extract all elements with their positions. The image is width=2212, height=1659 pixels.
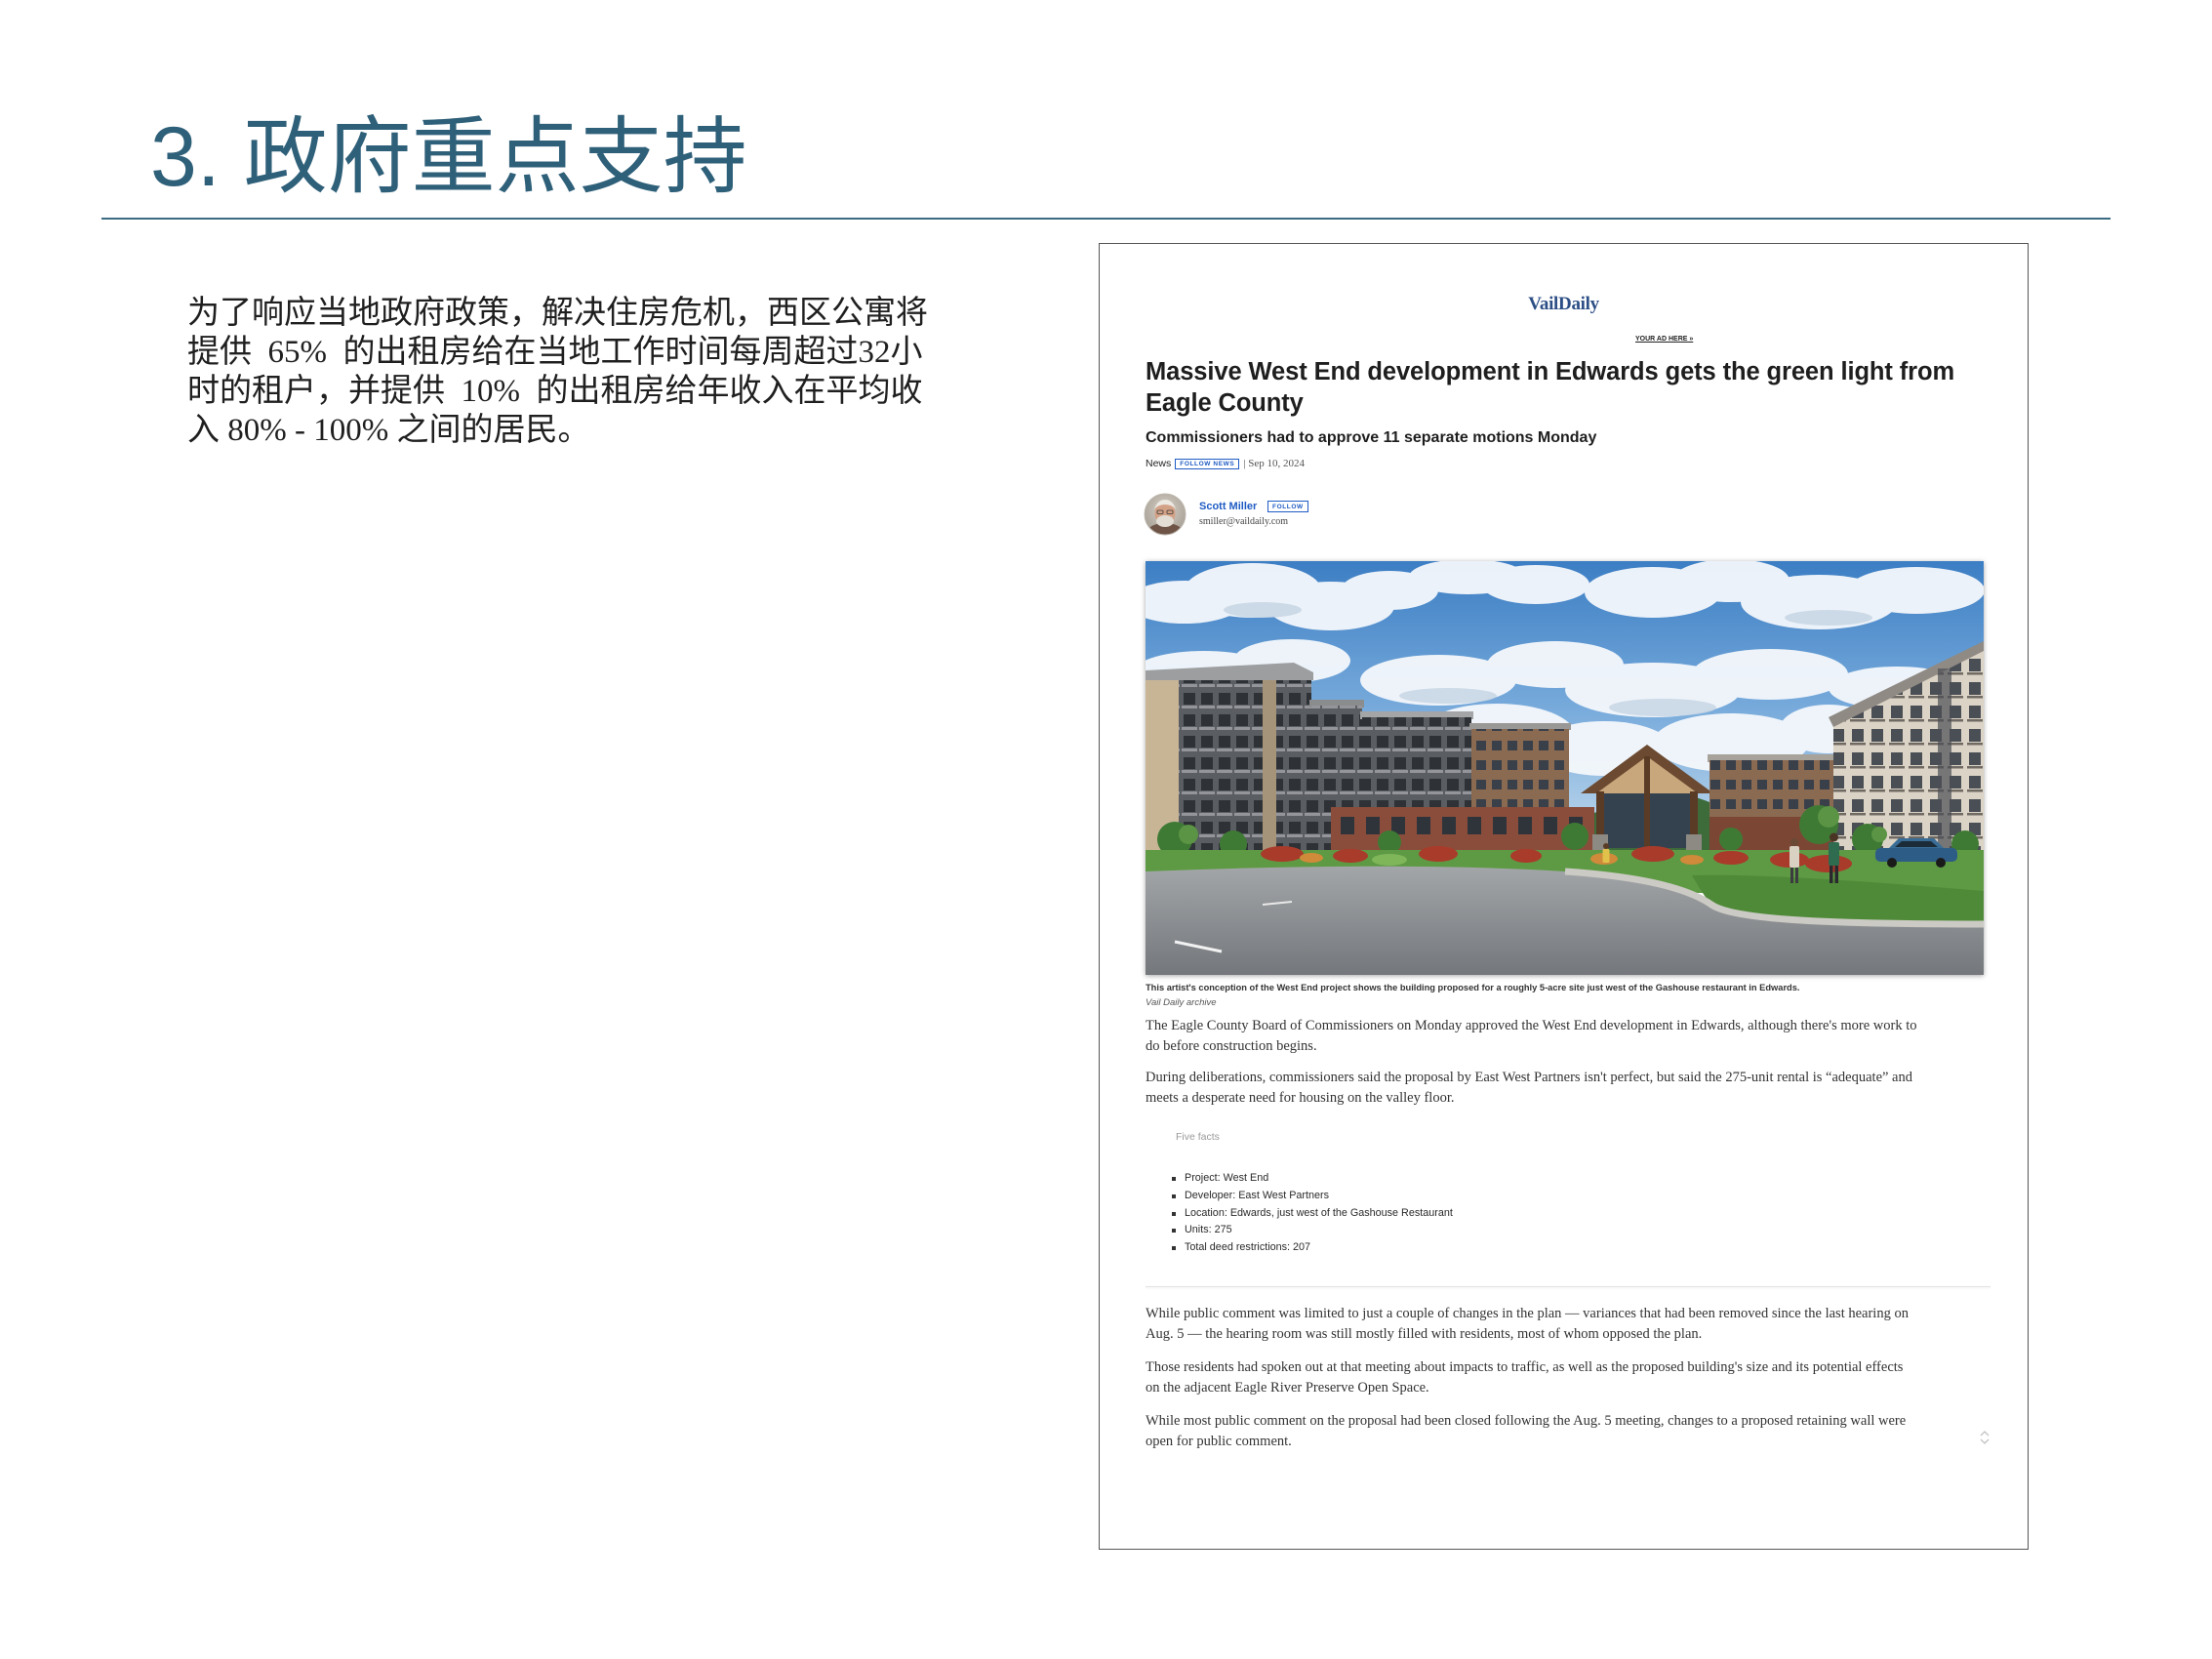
author-email[interactable]: smiller@vaildaily.com (1199, 516, 1288, 528)
paragraph-line: do before construction begins. (1146, 1037, 1317, 1054)
follow-author-button[interactable]: FOLLOW (1267, 501, 1308, 512)
paragraph-line: open for public comment. (1146, 1433, 1292, 1449)
body-line: 时的租户，并提供 10% 的出租房给年收入在平均收 (187, 374, 923, 409)
article-paragraph: While most public comment on the proposa… (1146, 1411, 1906, 1451)
article-headline: Massive West End development in Edwards … (1146, 356, 1954, 419)
paragraph-line: Those residents had spoken out at that m… (1146, 1359, 1904, 1375)
paragraph-line: While most public comment on the proposa… (1146, 1413, 1907, 1429)
image-caption: This artist's conception of the West End… (1146, 983, 1800, 992)
paragraph-line: on the adjacent Eagle River Preserve Ope… (1146, 1379, 1429, 1396)
section-divider (1146, 1286, 1991, 1287)
body-line: 为了响应当地政府政策，解决住房危机，西区公寓将 (187, 296, 928, 331)
author-avatar[interactable] (1144, 493, 1186, 536)
slide-body-text: 为了响应当地政府政策，解决住房危机，西区公寓将 提供 65% 的出租房给在当地工… (187, 294, 928, 450)
fact-item: Location: Edwards, just west of the Gash… (1172, 1205, 1453, 1223)
title-divider (101, 218, 2111, 220)
image-credit: Vail Daily archive (1146, 997, 1217, 1008)
fact-item: Project: West End (1172, 1170, 1453, 1188)
paragraph-line: While public comment was limited to just… (1146, 1306, 1909, 1321)
paragraph-line: meets a desperate need for housing on th… (1146, 1089, 1455, 1106)
publish-date: | Sep 10, 2024 (1243, 458, 1306, 469)
headline-line: Massive West End development in Edwards … (1146, 358, 1955, 385)
body-line: 提供 65% 的出租房给在当地工作时间每周超过32小 (187, 335, 923, 370)
article-meta: News FOLLOW NEWS | Sep 10, 2024 (1146, 456, 1305, 471)
fact-item: Total deed restrictions: 207 (1172, 1239, 1453, 1257)
news-article-screenshot: VailDaily YOUR AD HERE » Massive West En… (1099, 243, 2029, 1550)
scroll-arrows-icon[interactable] (1978, 1429, 1991, 1446)
article-paragraph: While public comment was limited to just… (1146, 1304, 1909, 1344)
paragraph-line: Aug. 5 — the hearing room was still most… (1146, 1325, 1703, 1342)
author-name-link[interactable]: Scott Miller (1199, 500, 1257, 513)
facts-heading: Five facts (1176, 1131, 1220, 1143)
publication-logo[interactable]: VailDaily (1100, 293, 2028, 316)
paragraph-line: During deliberations, commissioners said… (1146, 1070, 1912, 1085)
article-paragraph: During deliberations, commissioners said… (1146, 1068, 1912, 1108)
article-subheadline: Commissioners had to approve 11 separate… (1146, 429, 1597, 446)
fact-item: Developer: East West Partners (1172, 1188, 1453, 1205)
ad-link[interactable]: YOUR AD HERE » (1635, 335, 1693, 344)
development-rendering-image (1146, 561, 1984, 975)
building-rendering-illustration (1146, 561, 1984, 975)
fact-item: Units: 275 (1172, 1222, 1453, 1239)
section-link[interactable]: News (1146, 458, 1171, 469)
facts-list: Project: West End Developer: East West P… (1172, 1170, 1453, 1257)
article-paragraph: The Eagle County Board of Commissioners … (1146, 1016, 1916, 1056)
author-avatar-photo (1144, 493, 1186, 536)
follow-news-button[interactable]: FOLLOW NEWS (1175, 458, 1240, 469)
body-line: 入 80% - 100% 之间的居民。 (187, 413, 590, 448)
paragraph-line: The Eagle County Board of Commissioners … (1146, 1018, 1917, 1033)
article-paragraph: Those residents had spoken out at that m… (1146, 1357, 1903, 1397)
slide-title: 3. 政府重点支持 (150, 110, 747, 204)
headline-line: Eagle County (1146, 389, 1304, 417)
